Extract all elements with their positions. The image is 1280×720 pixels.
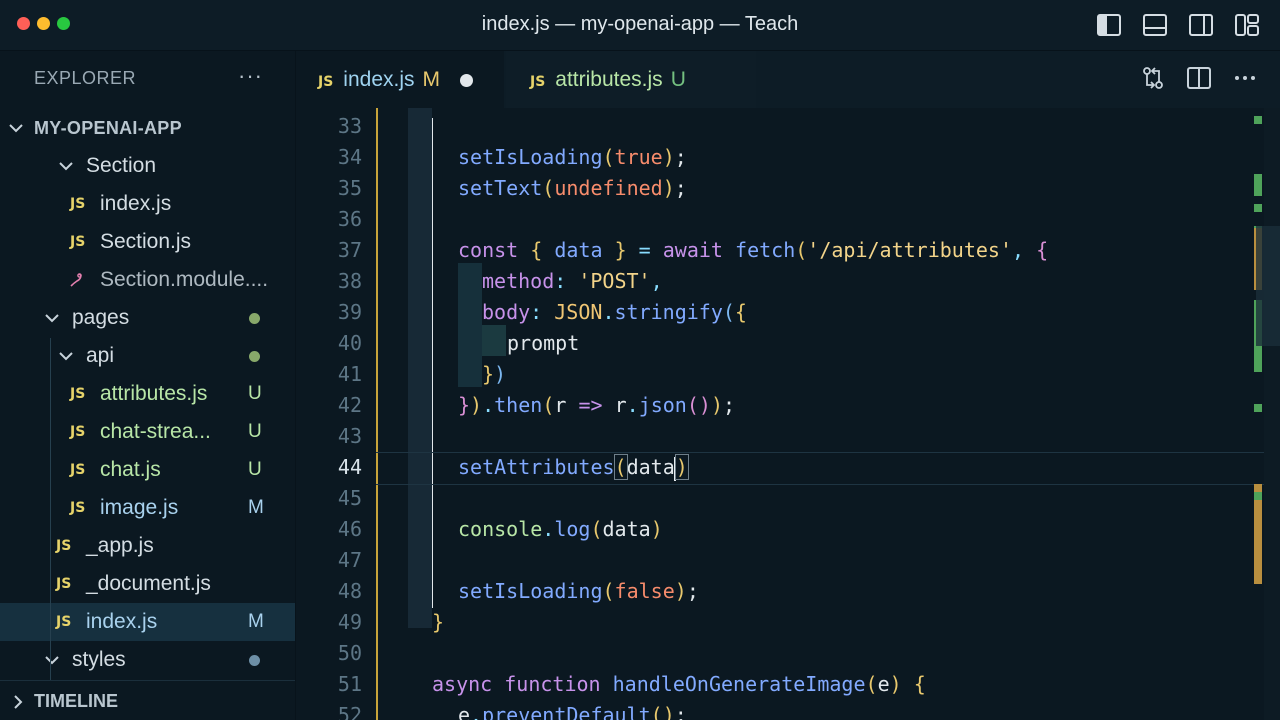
- toggle-panel-icon[interactable]: [1142, 12, 1168, 38]
- code-line: 38 method: 'POST',: [337, 269, 663, 293]
- folder-changes-dot: [249, 655, 260, 666]
- js-file-icon: JS: [56, 538, 72, 554]
- tree-folder-section[interactable]: Section: [0, 147, 295, 185]
- js-file-icon: JS: [318, 74, 334, 90]
- workspace-root[interactable]: MY-OPENAI-APP: [0, 109, 295, 147]
- folder-changes-dot: [249, 313, 260, 324]
- code-line-current: 44 setAttributes(data): [337, 454, 689, 481]
- tab-label: index.js: [343, 68, 415, 91]
- tab-status: M: [422, 68, 441, 91]
- tree-file-pages-index-js[interactable]: JS index.js M: [0, 603, 295, 641]
- code-line: 52 e.preventDefault();: [337, 703, 687, 720]
- js-file-icon: JS: [70, 500, 86, 516]
- chevron-down-icon: [44, 641, 60, 679]
- code-line: 39 body: JSON.stringify({: [337, 300, 747, 324]
- code-line: 40 prompt: [337, 331, 580, 355]
- js-file-icon: JS: [56, 614, 72, 630]
- editor-actions: [1140, 65, 1258, 93]
- css-file-icon: [68, 261, 84, 299]
- git-status-badge: M: [248, 611, 264, 632]
- tree-folder-api[interactable]: api: [0, 337, 295, 375]
- js-file-icon: JS: [70, 386, 86, 402]
- tree-folder-pages[interactable]: pages: [0, 299, 295, 337]
- git-status-badge: U: [248, 421, 262, 442]
- tree-file-section-module-css[interactable]: Section.module....: [0, 261, 295, 299]
- js-file-icon: JS: [530, 74, 546, 90]
- open-changes-icon[interactable]: [1140, 65, 1166, 93]
- folder-changes-dot: [249, 351, 260, 362]
- editor-tab-bar: JS index.js M JS attributes.js U: [296, 51, 1280, 108]
- code-line: 37 const { data } = await fetch('/api/att…: [337, 238, 1049, 262]
- unsaved-dot-icon[interactable]: [460, 73, 473, 87]
- code-line: 48 setIsLoading(false);: [337, 579, 699, 603]
- tree-file-chat-js[interactable]: JS chat.js U: [0, 451, 295, 489]
- more-actions-icon[interactable]: [1232, 65, 1258, 93]
- code-line: 47: [337, 548, 362, 572]
- chevron-down-icon: [44, 299, 60, 337]
- split-editor-icon[interactable]: [1186, 65, 1212, 93]
- chevron-right-icon: [10, 681, 26, 720]
- code-line: 49}: [337, 610, 445, 634]
- tree-file-document-js[interactable]: JS _document.js: [0, 565, 295, 603]
- toggle-primary-sidebar-icon[interactable]: [1096, 12, 1122, 38]
- toggle-secondary-sidebar-icon[interactable]: [1188, 12, 1214, 38]
- js-file-icon: JS: [70, 424, 86, 440]
- code-line: 50: [337, 641, 362, 665]
- js-file-icon: JS: [56, 576, 72, 592]
- code-line: 43: [337, 424, 362, 448]
- explorer-sidebar: EXPLORER ··· MY-OPENAI-APP Section JS in…: [0, 51, 296, 720]
- tree-file-chat-stream-js[interactable]: JS chat-strea... U: [0, 413, 295, 451]
- tree-file-attributes-js[interactable]: JS attributes.js U: [0, 375, 295, 413]
- chevron-down-icon: [8, 109, 24, 147]
- tree-indent-guide: [50, 338, 51, 718]
- code-line: 51 async function handleOnGenerateImage(e…: [337, 672, 926, 696]
- code-line: 35 setText(undefined);: [337, 176, 687, 200]
- window-title: index.js — my-openai-app — Teach: [481, 13, 799, 35]
- timeline-section[interactable]: TIMELINE: [0, 680, 295, 720]
- tab-index-js[interactable]: JS index.js M: [296, 51, 504, 108]
- code-editor[interactable]: 33 34 setIsLoading(true); 35 setText(undef…: [296, 108, 1280, 720]
- customize-layout-icon[interactable]: [1234, 12, 1260, 38]
- tree-file-image-js[interactable]: JS image.js M: [0, 489, 295, 527]
- file-tree: MY-OPENAI-APP Section JS index.js JS Sec…: [0, 109, 295, 679]
- vertical-scrollbar[interactable]: [1264, 108, 1280, 720]
- tab-status: U: [670, 68, 686, 91]
- scrollbar-thumb[interactable]: [1256, 226, 1280, 346]
- js-file-icon: JS: [70, 196, 86, 212]
- git-status-badge: M: [248, 497, 264, 518]
- tree-folder-styles[interactable]: styles: [0, 641, 295, 679]
- chevron-down-icon: [58, 337, 74, 375]
- tree-file-index-js[interactable]: JS index.js: [0, 185, 295, 223]
- tab-attributes-js[interactable]: JS attributes.js U: [506, 51, 756, 108]
- explorer-header: EXPLORER: [34, 68, 137, 88]
- code-line: 46 console.log(data): [337, 517, 663, 541]
- explorer-more-icon[interactable]: ···: [238, 63, 263, 89]
- tree-file-section-js[interactable]: JS Section.js: [0, 223, 295, 261]
- tree-file-app-js[interactable]: JS _app.js: [0, 527, 295, 565]
- title-bar: index.js — my-openai-app — Teach: [0, 0, 1280, 51]
- code-line: 33: [337, 114, 362, 138]
- js-file-icon: JS: [70, 462, 86, 478]
- layout-controls: [1096, 12, 1260, 38]
- git-status-badge: U: [248, 459, 262, 480]
- code-line: 41}): [337, 362, 507, 386]
- git-status-badge: U: [248, 383, 262, 404]
- js-file-icon: JS: [70, 234, 86, 250]
- code-line: 42}).then(r => r.json());: [337, 393, 736, 417]
- chevron-down-icon: [58, 147, 74, 185]
- code-line: 36: [337, 207, 362, 231]
- code-line: 34 setIsLoading(true);: [337, 145, 687, 169]
- code-line: 45: [337, 486, 362, 510]
- tab-label: attributes.js: [555, 68, 663, 91]
